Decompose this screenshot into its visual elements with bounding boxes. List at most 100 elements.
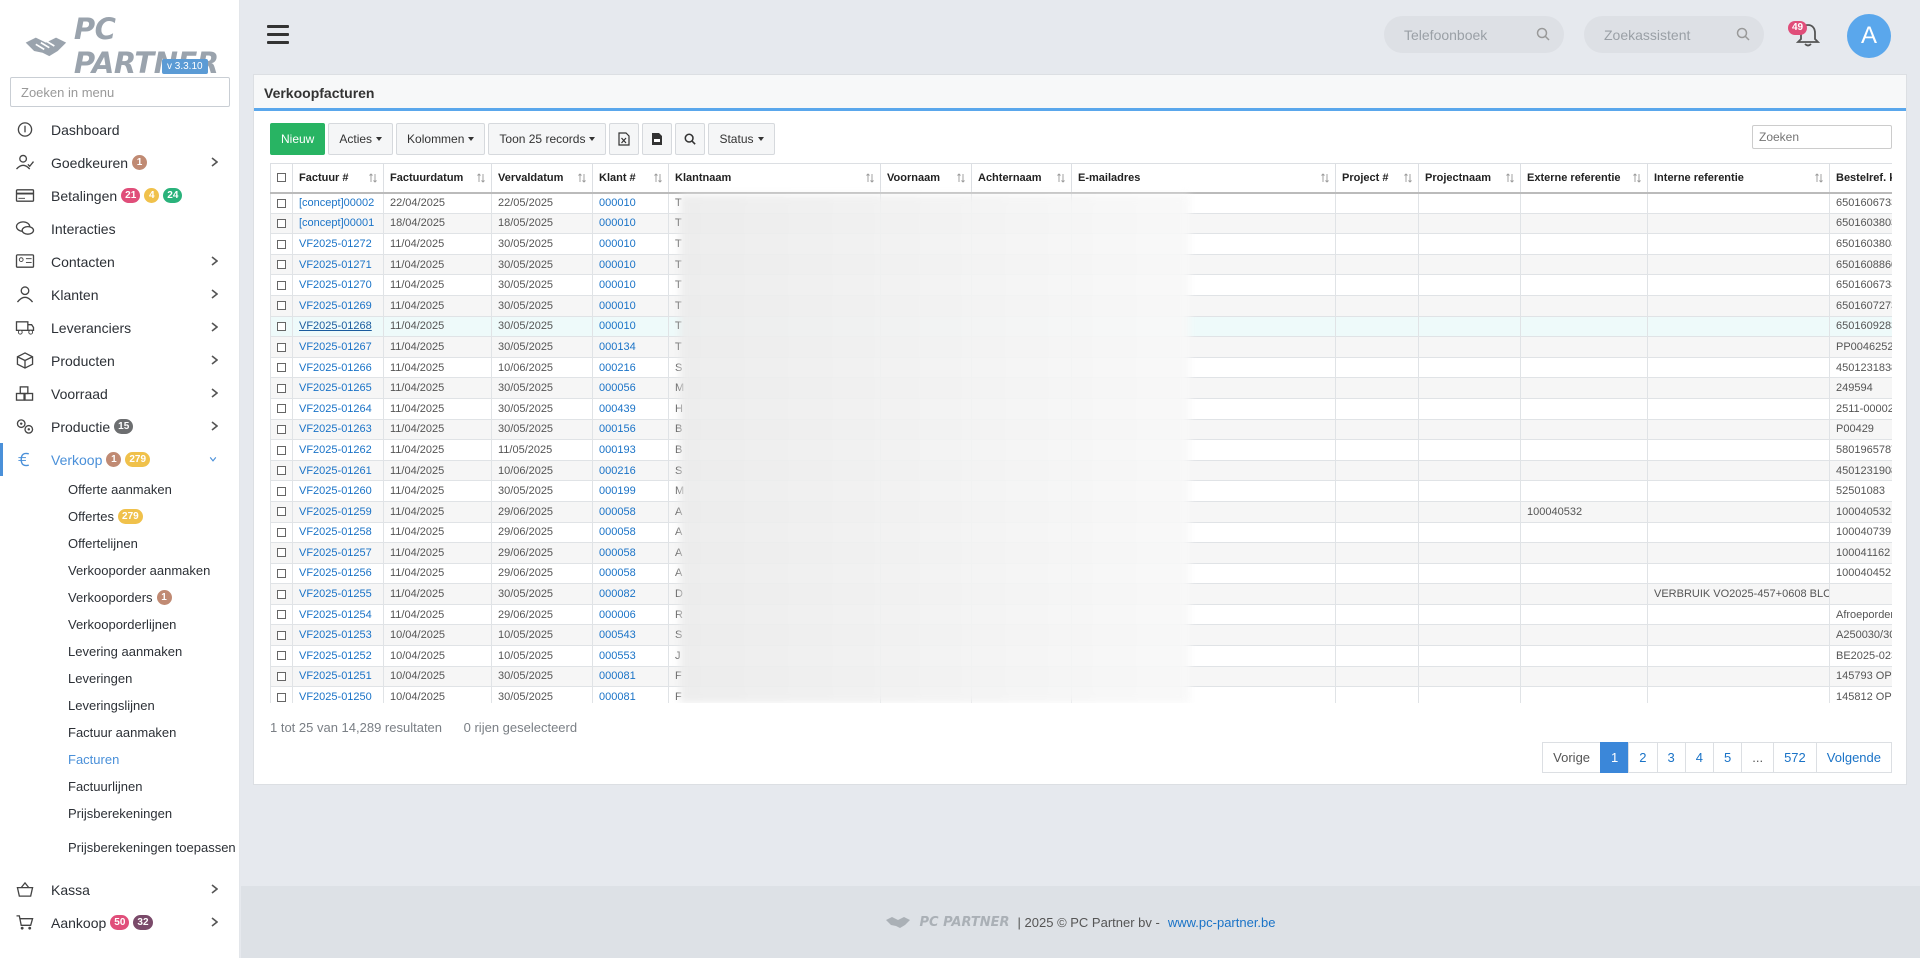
sidebar-item-klanten[interactable]: Klanten	[0, 278, 240, 311]
customer-link[interactable]: 000010	[599, 259, 636, 271]
customer-link[interactable]: 000134	[599, 341, 636, 353]
customer-link[interactable]: 000010	[599, 197, 636, 209]
customer-link[interactable]: 000058	[599, 506, 636, 518]
invoice-link[interactable]: VF2025-01264	[299, 403, 372, 415]
submenu-item-offerte-aanmaken[interactable]: Offerte aanmaken	[0, 476, 240, 503]
sort-icon[interactable]	[957, 173, 965, 183]
assistant-search[interactable]: Zoekassistent	[1584, 16, 1764, 53]
customer-link[interactable]: 000216	[599, 465, 636, 477]
menu-search-input[interactable]	[10, 77, 230, 107]
customer-link[interactable]: 000058	[599, 526, 636, 538]
row-checkbox[interactable]	[277, 589, 286, 599]
row-checkbox[interactable]	[277, 507, 286, 517]
customer-link[interactable]: 000010	[599, 300, 636, 312]
customer-link[interactable]: 000216	[599, 362, 636, 374]
row-select-cell[interactable]	[270, 397, 293, 420]
sort-icon[interactable]	[1404, 173, 1412, 183]
row-select-cell[interactable]	[270, 459, 293, 482]
row-select-cell[interactable]	[270, 521, 293, 544]
column-header[interactable]: Klant #	[592, 163, 669, 194]
column-header[interactable]: Voornaam	[880, 163, 972, 194]
customer-link[interactable]: 000081	[599, 670, 636, 682]
sort-icon[interactable]	[654, 173, 662, 183]
page-button[interactable]: 572	[1773, 742, 1817, 773]
sort-icon[interactable]	[1321, 173, 1329, 183]
sidebar-item-contacten[interactable]: Contacten	[0, 245, 240, 278]
row-select-cell[interactable]	[270, 665, 293, 688]
search-toggle-button[interactable]	[675, 123, 706, 155]
row-checkbox[interactable]	[277, 445, 286, 455]
row-checkbox[interactable]	[277, 198, 286, 208]
invoice-link[interactable]: VF2025-01251	[299, 670, 372, 682]
row-select-cell[interactable]	[270, 377, 293, 399]
sidebar-item-leveranciers[interactable]: Leveranciers	[0, 311, 240, 344]
row-select-cell[interactable]	[270, 645, 293, 667]
row-checkbox[interactable]	[277, 404, 286, 414]
submenu-item-verkooporders[interactable]: Verkooporders 1	[0, 584, 240, 611]
submenu-item-prijsberekeningen-toepassen[interactable]: Prijsberekeningen toepassen	[0, 827, 240, 869]
page-button[interactable]: 3	[1656, 742, 1686, 773]
select-all-cell[interactable]	[270, 163, 293, 194]
row-select-cell[interactable]	[270, 192, 293, 214]
invoice-link[interactable]: VF2025-01267	[299, 341, 372, 353]
submenu-item-verkooporderlijnen[interactable]: Verkooporderlijnen	[0, 611, 240, 638]
row-select-cell[interactable]	[270, 212, 293, 235]
table-search-input[interactable]	[1752, 125, 1892, 149]
row-checkbox[interactable]	[277, 321, 286, 331]
sort-icon[interactable]	[1633, 173, 1641, 183]
invoice-link[interactable]: VF2025-01262	[299, 444, 372, 456]
customer-link[interactable]: 000010	[599, 238, 636, 250]
sidebar-item-aankoop[interactable]: Aankoop 50 32	[0, 906, 240, 939]
invoice-link[interactable]: VF2025-01257	[299, 547, 372, 559]
new-button[interactable]: Nieuw	[270, 123, 326, 155]
row-select-cell[interactable]	[270, 480, 293, 502]
page-size-dropdown[interactable]: Toon 25 records	[488, 123, 607, 155]
invoice-link[interactable]: VF2025-01254	[299, 609, 372, 621]
row-select-cell[interactable]	[270, 294, 293, 317]
row-checkbox[interactable]	[277, 466, 286, 476]
invoice-link[interactable]: VF2025-01256	[299, 567, 372, 579]
sidebar-item-voorraad[interactable]: Voorraad	[0, 377, 240, 410]
row-select-cell[interactable]	[270, 418, 293, 441]
submenu-item-facturen[interactable]: Facturen	[0, 746, 240, 773]
page-button[interactable]: 2	[1628, 742, 1658, 773]
row-checkbox[interactable]	[277, 342, 286, 352]
column-header[interactable]: Projectnaam	[1418, 163, 1521, 194]
row-checkbox[interactable]	[277, 486, 286, 496]
column-header[interactable]: Interne referentie	[1647, 163, 1830, 194]
column-header[interactable]: Project #	[1335, 163, 1419, 194]
submenu-item-offertes[interactable]: Offertes 279	[0, 503, 240, 530]
row-checkbox[interactable]	[277, 260, 286, 270]
invoice-link[interactable]: VF2025-01260	[299, 485, 372, 497]
row-checkbox[interactable]	[277, 218, 286, 228]
sort-icon[interactable]	[1815, 173, 1823, 183]
customer-link[interactable]: 000010	[599, 217, 636, 229]
customer-link[interactable]: 000543	[599, 629, 636, 641]
sidebar-item-productie[interactable]: Productie 15	[0, 410, 240, 443]
sidebar-item-producten[interactable]: Producten	[0, 344, 240, 377]
invoice-link[interactable]: VF2025-01258	[299, 526, 372, 538]
column-header[interactable]: Klantnaam	[668, 163, 881, 194]
row-checkbox[interactable]	[277, 527, 286, 537]
invoice-link[interactable]: VF2025-01265	[299, 382, 372, 394]
row-checkbox[interactable]	[277, 383, 286, 393]
customer-link[interactable]: 000056	[599, 382, 636, 394]
row-select-cell[interactable]	[270, 686, 293, 703]
row-checkbox[interactable]	[277, 280, 286, 290]
next-page-button[interactable]: Volgende	[1815, 742, 1892, 773]
page-button[interactable]: 4	[1684, 742, 1714, 773]
submenu-item-prijsberekeningen[interactable]: Prijsberekeningen	[0, 800, 240, 827]
invoice-link[interactable]: VF2025-01272	[299, 238, 372, 250]
row-select-cell[interactable]	[270, 500, 293, 523]
sort-icon[interactable]	[866, 173, 874, 183]
row-select-cell[interactable]	[270, 315, 293, 338]
submenu-item-leveringslijnen[interactable]: Leveringslijnen	[0, 692, 240, 719]
submenu-item-factuurlijnen[interactable]: Factuurlijnen	[0, 773, 240, 800]
sidebar-item-betalingen[interactable]: Betalingen 21 4 24	[0, 179, 240, 212]
row-checkbox[interactable]	[277, 610, 286, 620]
customer-link[interactable]: 000156	[599, 423, 636, 435]
submenu-item-leveringen[interactable]: Leveringen	[0, 665, 240, 692]
invoice-link[interactable]: VF2025-01271	[299, 259, 372, 271]
customer-link[interactable]: 000553	[599, 650, 636, 662]
actions-dropdown[interactable]: Acties	[328, 123, 394, 155]
